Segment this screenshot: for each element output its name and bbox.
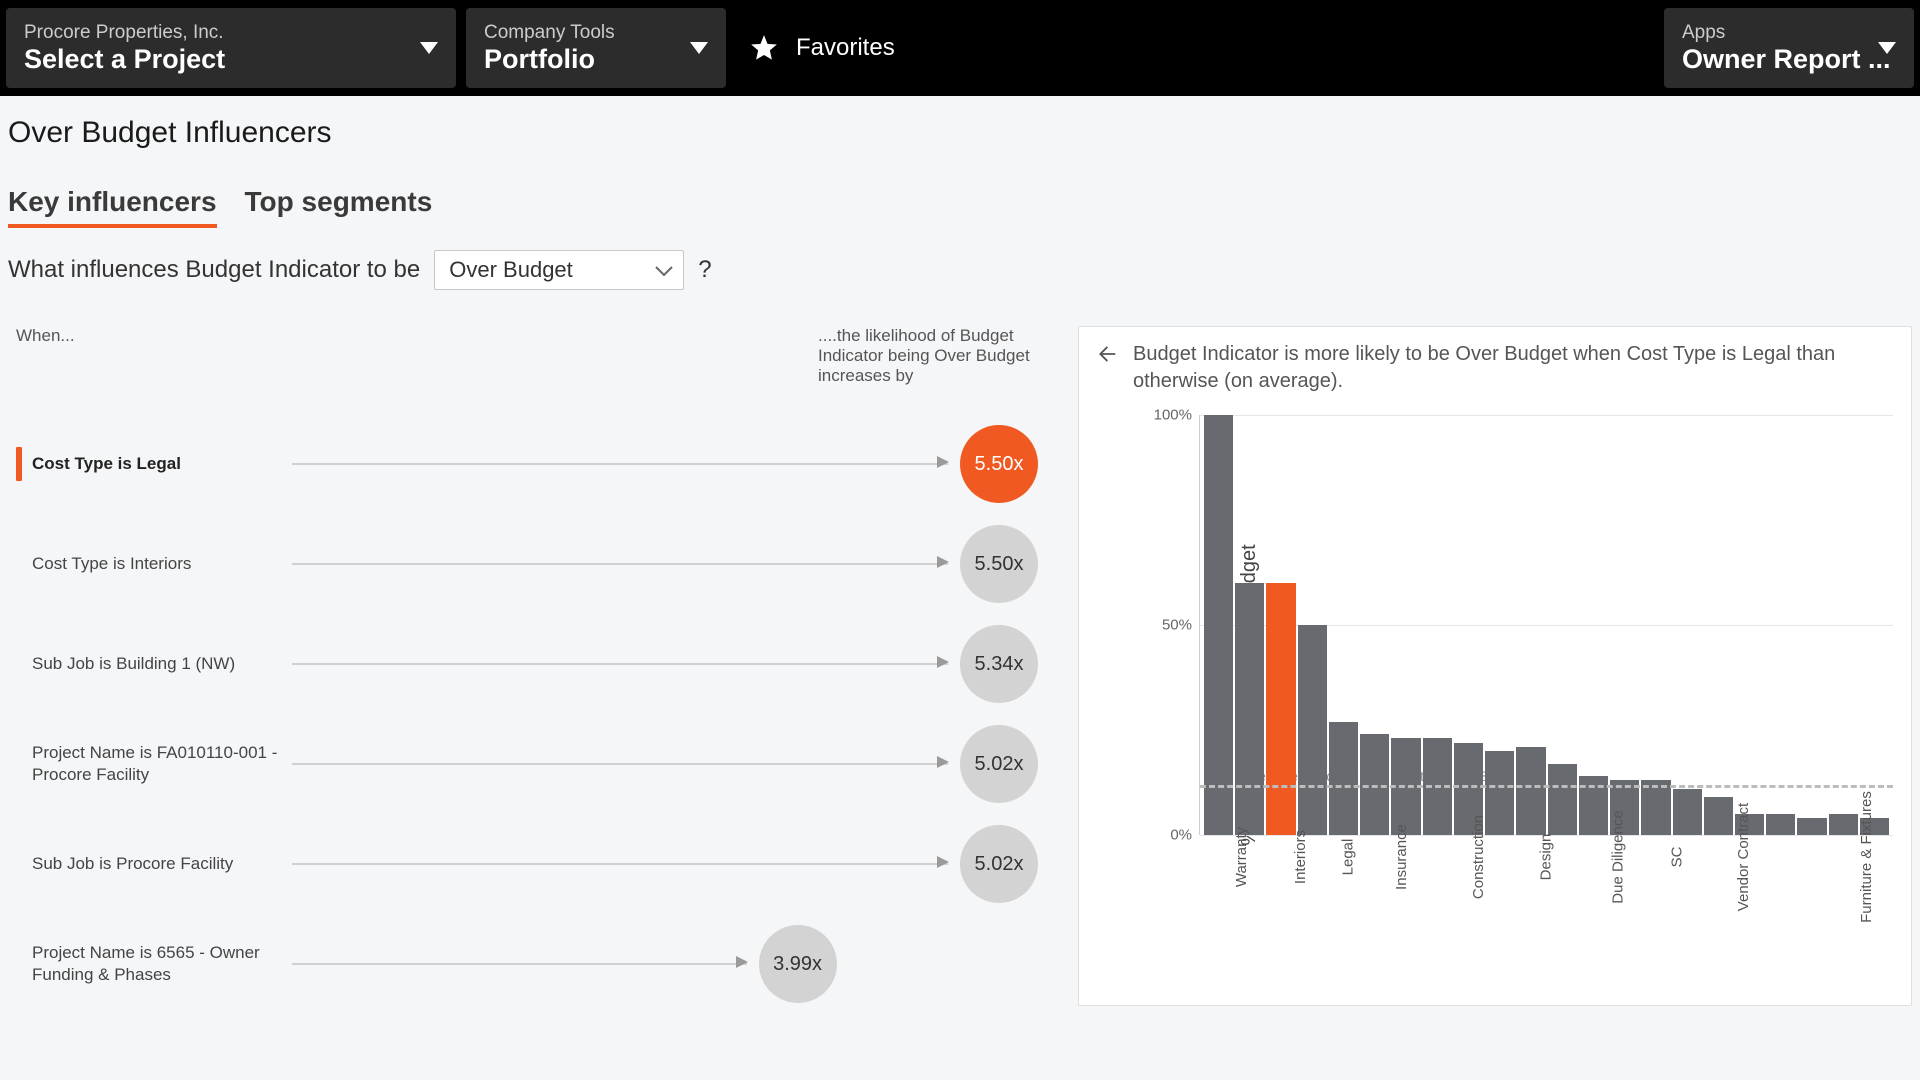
arrowhead-icon <box>937 855 949 873</box>
influencer-track <box>292 763 948 765</box>
chart-average-line <box>1200 785 1893 788</box>
project-selector-value: Select a Project <box>24 44 438 75</box>
chart-ytick: 100% <box>1154 407 1200 424</box>
question-row: What influences Budget Indicator to be O… <box>8 250 1912 290</box>
influencer-track <box>292 663 948 665</box>
influencer-row[interactable]: Project Name is FA010110-001 - Procore F… <box>16 714 1038 814</box>
arrowhead-icon <box>736 955 748 973</box>
influencer-row[interactable]: Cost Type is Legal 5.50x <box>16 414 1038 514</box>
caret-down-icon <box>690 42 708 54</box>
tab-top-segments[interactable]: Top segments <box>245 186 433 228</box>
chart-ytick: 50% <box>1162 617 1200 634</box>
star-icon <box>750 34 778 62</box>
influencer-track <box>292 963 747 965</box>
influencer-label: Cost Type is Legal <box>32 453 292 475</box>
caret-down-icon <box>1878 42 1896 54</box>
company-tools-value: Portfolio <box>484 44 708 75</box>
arrowhead-icon <box>937 755 949 773</box>
tabs: Key influencers Top segments <box>8 186 1912 228</box>
influencer-factor-bubble: 5.50x <box>960 425 1038 503</box>
question-prefix: What influences Budget Indicator to be <box>8 256 420 284</box>
influencer-factor-bubble: 5.02x <box>960 725 1038 803</box>
influencer-label: Sub Job is Building 1 (NW) <box>32 653 292 675</box>
project-selector[interactable]: Procore Properties, Inc. Select a Projec… <box>6 8 456 88</box>
chart-bar[interactable] <box>1298 625 1327 835</box>
influencer-label: Project Name is FA010110-001 - Procore F… <box>32 742 292 786</box>
influencer-row[interactable]: Project Name is 6565 - Owner Funding & P… <box>16 914 1038 1014</box>
favorites-link[interactable]: Favorites <box>750 34 895 62</box>
influencer-list: When... ....the likelihood of Budget Ind… <box>8 326 1038 1014</box>
influencer-factor-bubble: 3.99x <box>759 925 837 1003</box>
chart-bar[interactable] <box>1235 583 1264 835</box>
apps-value: Owner Report ... <box>1682 44 1896 75</box>
influencer-row[interactable]: Cost Type is Interiors 5.50x <box>16 514 1038 614</box>
influencer-label: Sub Job is Procore Facility <box>32 853 292 875</box>
arrowhead-icon <box>937 655 949 673</box>
target-value-dropdown[interactable]: Over Budget <box>434 250 684 290</box>
insight-text: Budget Indicator is more likely to be Ov… <box>1133 341 1893 395</box>
arrowhead-icon <box>937 455 949 473</box>
influencer-row[interactable]: Sub Job is Procore Facility 5.02x <box>16 814 1038 914</box>
page-title: Over Budget Influencers <box>8 116 1912 150</box>
question-suffix: ? <box>698 256 711 284</box>
apps-label: Apps <box>1682 22 1896 44</box>
influencer-track <box>292 563 948 565</box>
apps-selector[interactable]: Apps Owner Report ... <box>1664 8 1914 88</box>
influencer-row[interactable]: Sub Job is Building 1 (NW) 5.34x <box>16 614 1038 714</box>
arrowhead-icon <box>937 555 949 573</box>
chart-xtick: Vendor Contract <box>1735 803 1859 911</box>
favorites-label: Favorites <box>796 34 895 62</box>
company-tools-label: Company Tools <box>484 22 708 44</box>
influencer-factor-bubble: 5.34x <box>960 625 1038 703</box>
row-accent <box>16 447 22 481</box>
project-selector-company: Procore Properties, Inc. <box>24 22 438 44</box>
tab-key-influencers[interactable]: Key influencers <box>8 186 217 228</box>
influencer-factor-bubble: 5.50x <box>960 525 1038 603</box>
chart-xtick: Furniture & Fixtures <box>1857 791 1920 923</box>
influencer-label: Cost Type is Interiors <box>32 553 292 575</box>
influencer-label: Project Name is 6565 - Owner Funding & P… <box>32 942 292 986</box>
chevron-down-icon <box>655 257 673 283</box>
back-arrow-icon[interactable] <box>1097 341 1119 373</box>
top-nav: Procore Properties, Inc. Select a Projec… <box>0 0 1920 96</box>
target-value: Over Budget <box>449 257 573 282</box>
column-header-likelihood: ....the likelihood of Budget Indicator b… <box>818 326 1038 386</box>
influencer-factor-bubble: 5.02x <box>960 825 1038 903</box>
company-tools-selector[interactable]: Company Tools Portfolio <box>466 8 726 88</box>
chart-panel: Budget Indicator is more likely to be Ov… <box>1078 326 1912 1006</box>
caret-down-icon <box>420 42 438 54</box>
chart-bar[interactable] <box>1204 415 1233 835</box>
chart: %Budget Indicator is Over Budget 0%50%10… <box>1137 415 1893 975</box>
influencer-track <box>292 863 948 865</box>
column-header-when: When... <box>16 326 276 386</box>
chart-bar[interactable] <box>1266 583 1295 835</box>
chart-bar[interactable] <box>1329 722 1358 835</box>
chart-ytick: 0% <box>1170 827 1200 844</box>
influencer-track <box>292 463 948 465</box>
